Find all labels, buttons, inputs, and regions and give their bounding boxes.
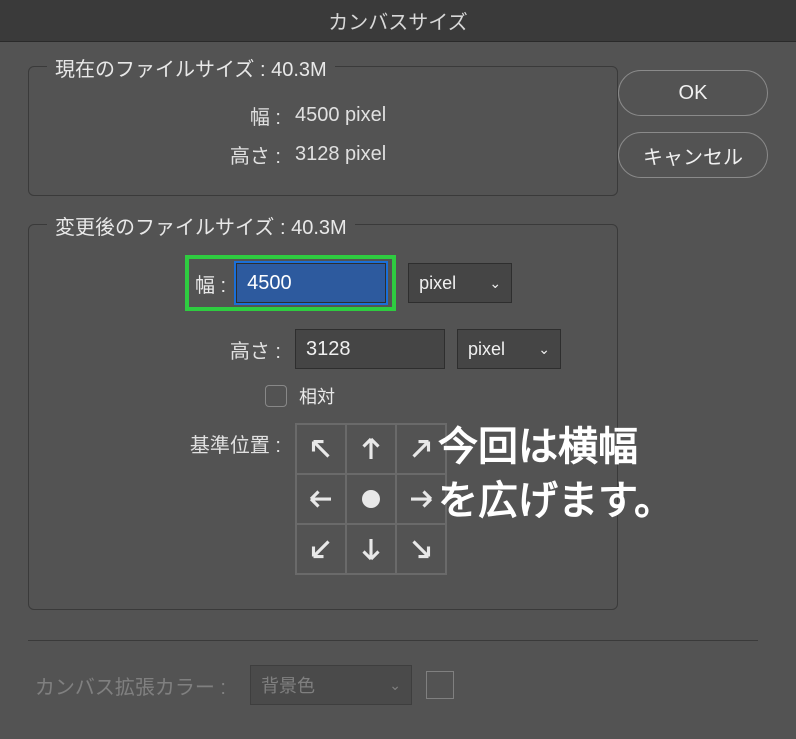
height-unit-dropdown[interactable]: pixel ⌄ — [457, 329, 561, 369]
new-height-label: 高さ : — [49, 335, 295, 364]
extension-color-dropdown: 背景色 ⌄ — [250, 665, 412, 705]
anchor-bottom-right[interactable] — [396, 524, 446, 574]
new-width-label: 幅 : — [195, 269, 226, 298]
chevron-down-icon: ⌄ — [489, 275, 501, 292]
current-size-group: 現在のファイルサイズ : 40.3M 幅 : 4500 pixel 高さ : 3… — [28, 66, 618, 196]
cancel-button[interactable]: キャンセル — [618, 132, 768, 178]
dialog-content: OK キャンセル 現在のファイルサイズ : 40.3M 幅 : 4500 pix… — [0, 42, 796, 739]
anchor-left[interactable] — [296, 474, 346, 524]
chevron-down-icon: ⌄ — [389, 677, 401, 694]
center-dot-icon — [362, 490, 380, 508]
extension-color-swatch — [426, 671, 454, 699]
anchor-center[interactable] — [346, 474, 396, 524]
new-size-group: 変更後のファイルサイズ : 40.3M 幅 : pixel ⌄ 高さ : pix… — [28, 224, 618, 610]
anchor-bottom-left[interactable] — [296, 524, 346, 574]
current-height-value: 3128 pixel — [295, 143, 386, 166]
action-buttons: OK キャンセル — [618, 70, 768, 178]
relative-checkbox[interactable] — [265, 385, 287, 407]
anchor-grid — [295, 423, 447, 575]
width-input[interactable] — [236, 263, 386, 303]
dialog-titlebar: カンバスサイズ — [0, 0, 796, 42]
anchor-top[interactable] — [346, 424, 396, 474]
current-width-value: 4500 pixel — [295, 104, 386, 127]
current-width-label: 幅 : — [49, 101, 295, 130]
chevron-down-icon: ⌄ — [538, 341, 550, 358]
ok-button[interactable]: OK — [618, 70, 768, 116]
height-input[interactable] — [295, 329, 445, 369]
anchor-top-left[interactable] — [296, 424, 346, 474]
dialog-title: カンバスサイズ — [328, 6, 467, 35]
width-highlight: 幅 : — [185, 255, 396, 311]
relative-label: 相対 — [299, 383, 335, 409]
current-height-label: 高さ : — [49, 140, 295, 169]
width-unit-dropdown[interactable]: pixel ⌄ — [408, 263, 512, 303]
anchor-bottom[interactable] — [346, 524, 396, 574]
extension-color-label: カンバス拡張カラー : — [28, 671, 238, 700]
annotation-text: 今回は横幅 を広げます。 — [438, 420, 768, 528]
current-size-legend: 現在のファイルサイズ : 40.3M — [47, 53, 335, 82]
anchor-label: 基準位置 : — [49, 423, 295, 458]
extension-row: カンバス拡張カラー : 背景色 ⌄ — [28, 640, 758, 705]
new-size-legend: 変更後のファイルサイズ : 40.3M — [47, 211, 355, 240]
